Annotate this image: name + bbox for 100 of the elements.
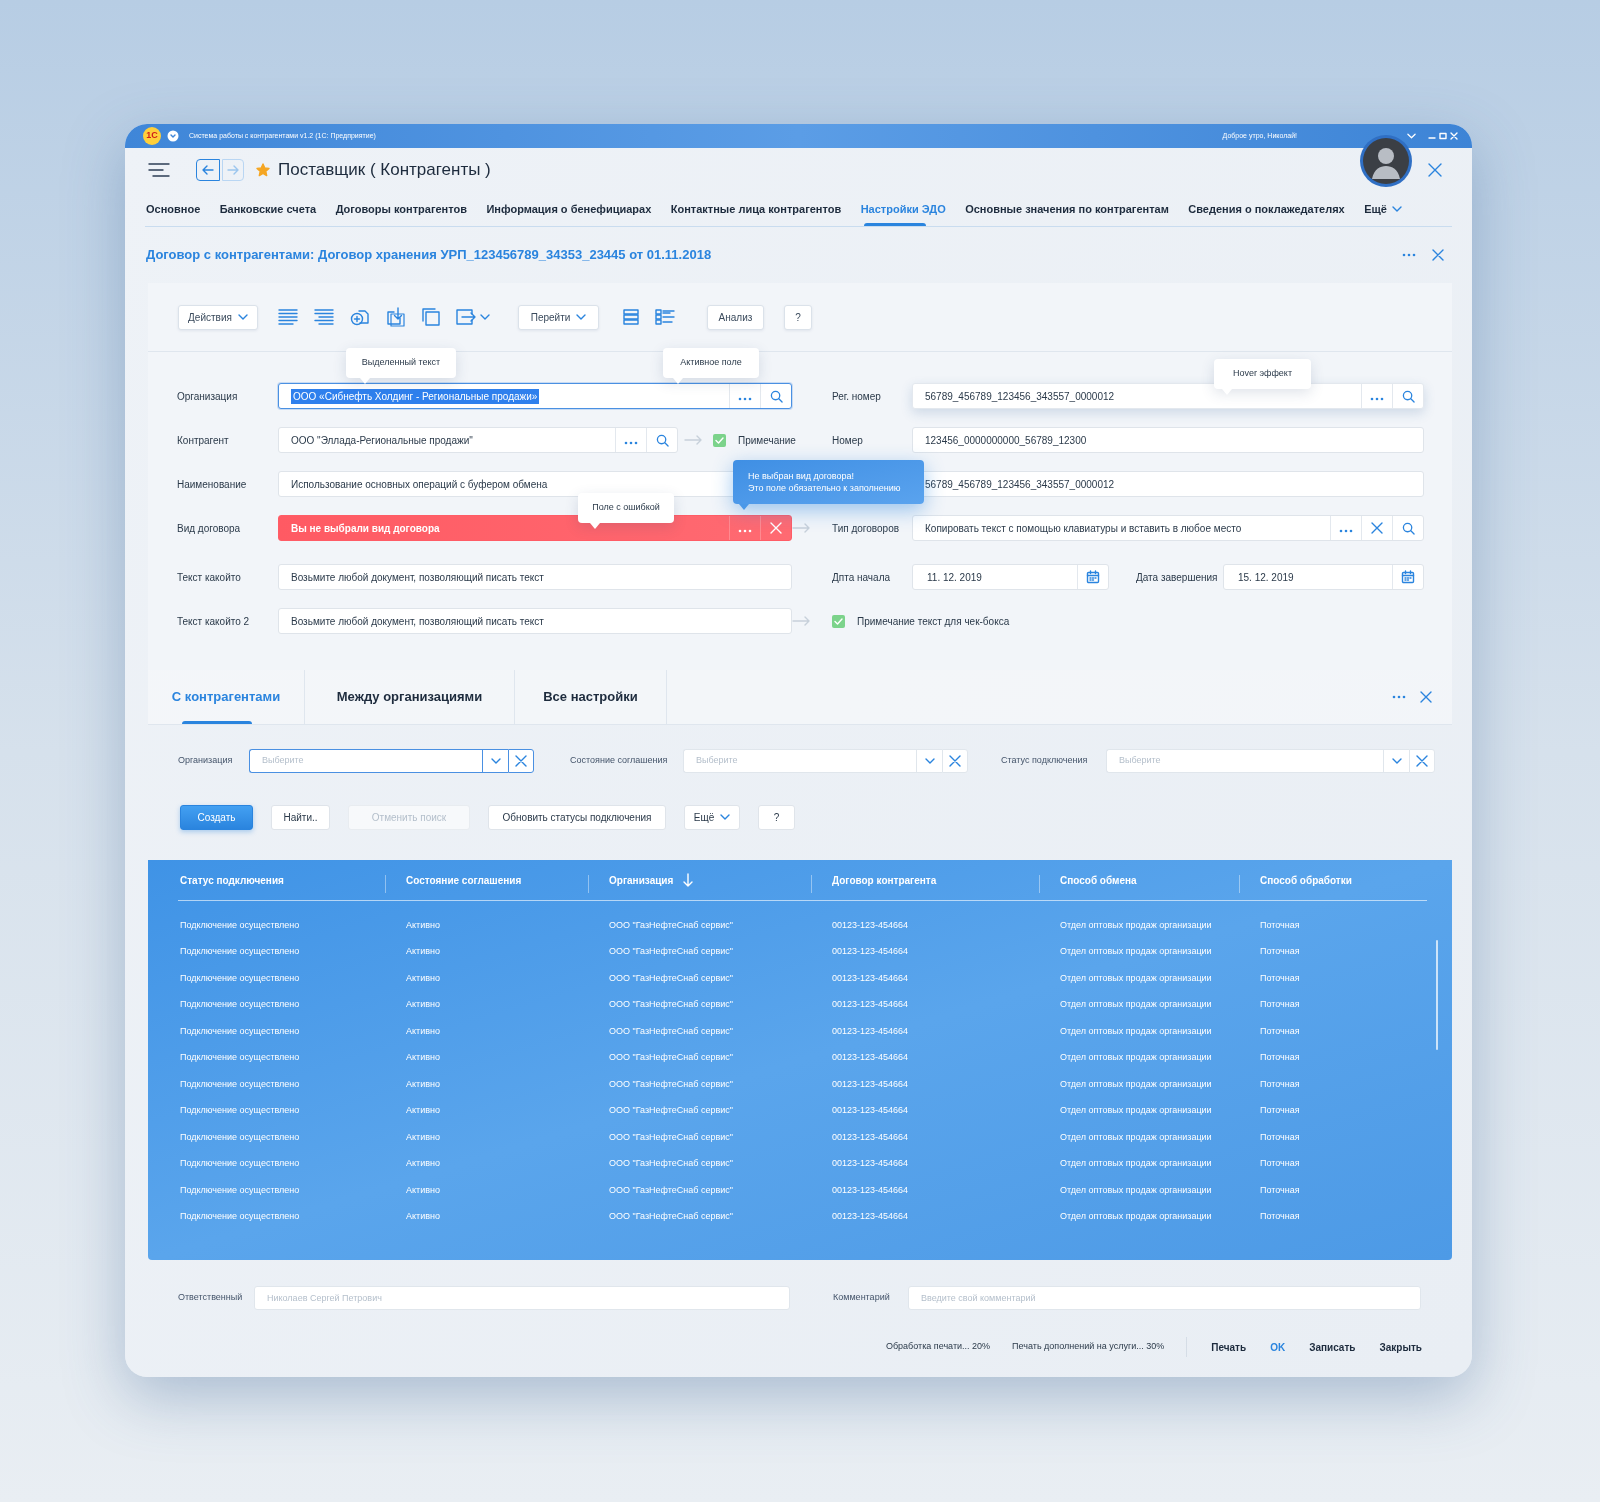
scrollbar-thumb[interactable] xyxy=(1436,940,1438,1050)
tooltip: Активное поле xyxy=(663,348,759,384)
close-icon xyxy=(770,522,782,534)
text-field[interactable]: 123456_0000000000_56789_12300 xyxy=(912,427,1424,453)
chevron-down-icon[interactable] xyxy=(480,314,490,320)
dots-icon[interactable] xyxy=(1402,253,1416,257)
dots-icon xyxy=(624,441,638,445)
import-icon[interactable] xyxy=(386,307,406,327)
footer-button[interactable]: Печать xyxy=(1211,1339,1247,1355)
list-icon[interactable] xyxy=(623,309,639,325)
back-button[interactable] xyxy=(196,159,220,181)
date-field[interactable]: 11. 12. 2019 xyxy=(912,564,1109,590)
copy-icon[interactable] xyxy=(422,308,440,326)
table-cell-text: Активно xyxy=(406,1130,441,1144)
table-cell-text: 00123-123-454664 xyxy=(832,1051,910,1064)
tab[interactable]: Банковские счета xyxy=(219,192,317,226)
text-field[interactable]: ООО "Эллада-Региональные продажи" xyxy=(278,427,678,453)
table-cell-text: Отдел оптовых продаж организации xyxy=(1060,971,1213,985)
checkbox[interactable] xyxy=(832,614,845,628)
table-cell-text: Поточная xyxy=(1260,971,1301,985)
close-icon xyxy=(515,755,527,767)
calendar-icon xyxy=(1086,570,1100,584)
text-field[interactable]: Возьмите любой документ, позволяющий писать текст xyxy=(278,608,792,634)
clear-button[interactable] xyxy=(508,749,534,773)
footer-button[interactable]: Записать xyxy=(1309,1339,1356,1355)
tab[interactable]: Основное xyxy=(146,192,201,226)
text-field[interactable]: Возьмите любой документ, позволяющий писать текст xyxy=(278,564,792,590)
table-cell-text: ООО "ГазНефтеСнаб сервис" xyxy=(609,1051,734,1064)
table-cell-text: Отдел оптовых продаж организации xyxy=(1060,1077,1213,1091)
tab[interactable]: Ещё xyxy=(1364,192,1402,226)
table-cell-text: Поточная xyxy=(1260,1157,1301,1170)
chevron-down-icon xyxy=(576,314,587,320)
text-field[interactable]: 56789_456789_123456_343557_0000012 xyxy=(912,383,1424,409)
text-field[interactable]: Копировать текст с помощью клавиатуры и вставить в любое место xyxy=(912,515,1424,541)
tab[interactable]: Основные значения по контрагентам xyxy=(965,192,1169,226)
help-button[interactable]: ? xyxy=(784,304,812,330)
chevron-down-icon xyxy=(1391,758,1402,764)
date-field[interactable]: 15. 12. 2019 xyxy=(1223,564,1424,590)
tooltip: Выделенный текст xyxy=(346,348,456,384)
close-icon[interactable] xyxy=(1420,691,1432,703)
tab[interactable]: Сведения о поклажедателях xyxy=(1188,192,1345,226)
star-icon[interactable] xyxy=(256,163,270,177)
table-cell-text: ООО "ГазНефтеСнаб сервис" xyxy=(609,945,734,958)
select-field[interactable]: Выберите xyxy=(249,749,482,773)
table-cell-text: ООО "ГазНефтеСнаб сервис" xyxy=(609,1210,734,1223)
search-icon xyxy=(1401,389,1415,403)
tab[interactable]: С контрагентами xyxy=(148,670,305,724)
button[interactable]: Обновить статусы подключения xyxy=(488,804,666,830)
table-cell-text: Активно xyxy=(406,945,441,958)
field-label: Текст какойто xyxy=(176,570,242,585)
field-label: Организация xyxy=(176,389,239,404)
table-cell-text: Подключение осуществлено xyxy=(180,1024,301,1038)
checklist-icon[interactable] xyxy=(655,309,675,325)
table-cell-text: ООО "ГазНефтеСнаб сервис" xyxy=(609,1183,734,1197)
add-document-icon[interactable] xyxy=(350,308,370,326)
dots-icon xyxy=(1370,397,1384,401)
help-button[interactable]: ? xyxy=(758,804,795,830)
table-cell-text: Отдел оптовых продаж организации xyxy=(1060,998,1213,1011)
checkbox[interactable] xyxy=(713,433,726,447)
maximize-icon[interactable] xyxy=(1439,132,1447,140)
table-cell-text: Подключение осуществлено xyxy=(180,1077,301,1091)
tab[interactable]: Информация о бенефициарах xyxy=(486,192,652,226)
goto-button[interactable]: Перейти xyxy=(518,304,599,330)
tab[interactable]: Все настройки xyxy=(515,670,667,724)
text-field[interactable]: Введите свой комментарий xyxy=(908,1286,1421,1310)
table-cell-text: Отдел оптовых продаж организации xyxy=(1060,1104,1213,1117)
tab[interactable]: Между организациями xyxy=(305,670,515,724)
text-field[interactable]: Николаев Сергей Петрович xyxy=(254,1286,790,1310)
dropdown-button[interactable] xyxy=(482,749,508,773)
field-label: Текст какойто 2 xyxy=(176,614,251,629)
text-field[interactable]: ООО «Сибнефть Холдинг - Региональные продажи» xyxy=(278,383,792,409)
tab[interactable]: Контактные лица контрагентов xyxy=(670,192,842,226)
align-left-icon[interactable] xyxy=(278,309,298,325)
align-right-icon[interactable] xyxy=(314,309,334,325)
footer-button[interactable]: Закрыть xyxy=(1379,1339,1422,1355)
close-icon xyxy=(1371,522,1383,534)
actions-button[interactable]: Действия xyxy=(178,304,258,330)
table-cell-text: Поточная xyxy=(1260,1051,1301,1064)
analysis-button[interactable]: Анализ xyxy=(707,304,764,330)
button[interactable]: Найти.. xyxy=(271,804,330,830)
table-cell-text: Активно xyxy=(406,971,441,985)
avatar-silhouette[interactable] xyxy=(1360,135,1412,187)
field-label: Наименование xyxy=(176,477,248,492)
check-icon xyxy=(834,617,843,625)
table-cell-text: 00123-123-454664 xyxy=(832,998,910,1011)
menu-icon[interactable] xyxy=(148,163,170,177)
close-icon[interactable] xyxy=(1432,249,1444,261)
export-icon[interactable] xyxy=(456,309,476,325)
app-logo: 1С xyxy=(143,127,161,145)
table-cell-text: 00123-123-454664 xyxy=(832,918,910,932)
more-button[interactable]: Ещё xyxy=(684,804,740,830)
table-cell-text: Активно xyxy=(406,1157,441,1170)
table-cell-text: Подключение осуществлено xyxy=(180,918,301,932)
dots-icon[interactable] xyxy=(1392,695,1406,699)
close-icon[interactable] xyxy=(1428,163,1442,177)
chevron-down-icon xyxy=(490,758,501,764)
filter-label: Состояние соглашения xyxy=(570,754,669,768)
dropdown-icon[interactable] xyxy=(167,130,179,142)
table-cell-text: ООО "ГазНефтеСнаб сервис" xyxy=(609,1024,734,1038)
tab[interactable]: Договоры контрагентов xyxy=(335,192,467,226)
